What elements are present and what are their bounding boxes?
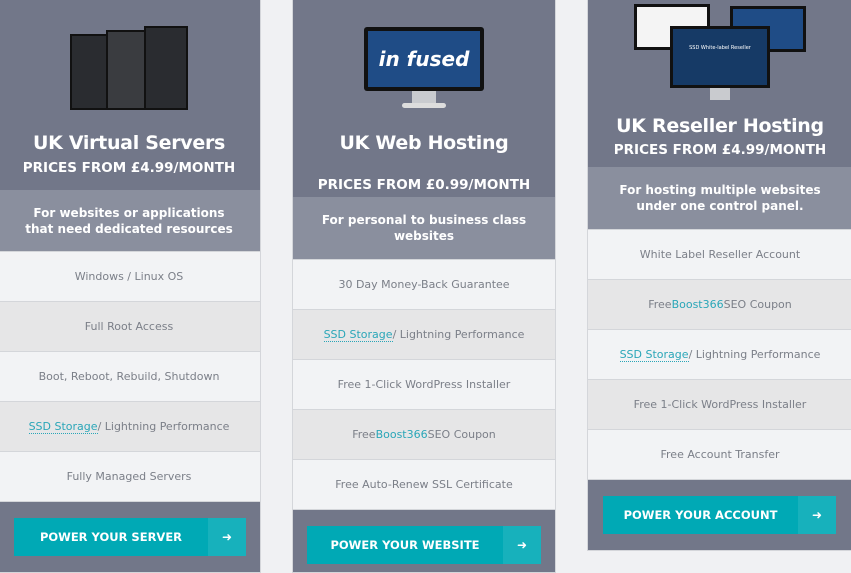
- feature-text: Fully Managed Servers: [66, 470, 192, 483]
- plan-footer: POWER YOUR ACCOUNT ➜: [588, 480, 851, 550]
- plan-price: PRICES FROM £4.99/MONTH: [613, 142, 827, 158]
- feature-text: SEO Coupon: [723, 298, 792, 311]
- arrow-circle-right-icon: ➜: [208, 518, 246, 556]
- ssd-storage-link[interactable]: SSD Storage: [28, 420, 98, 434]
- feature-row: Free Boost366 SEO Coupon: [293, 410, 555, 460]
- feature-text: 30 Day Money-Back Guarantee: [338, 278, 510, 291]
- ssd-storage-link[interactable]: SSD Storage: [619, 348, 689, 362]
- feature-row: Free Account Transfer: [588, 430, 851, 480]
- feature-row: Free 1-Click WordPress Installer: [588, 380, 851, 430]
- feature-row: Windows / Linux OS: [0, 252, 260, 302]
- screen-text: SSD White-label Reseller: [670, 26, 770, 88]
- feature-text: Boot, Reboot, Rebuild, Shutdown: [38, 370, 220, 383]
- feature-row: 30 Day Money-Back Guarantee: [293, 260, 555, 310]
- feature-text: Free: [648, 298, 672, 311]
- power-your-website-button[interactable]: POWER YOUR WEBSITE ➜: [307, 526, 541, 564]
- feature-text: White Label Reseller Account: [639, 248, 801, 261]
- plan-card-web-hosting: in fused UK Web Hosting PRICES FROM £0.9…: [292, 0, 556, 573]
- plan-card-virtual-servers: UK Virtual Servers PRICES FROM £4.99/MON…: [0, 0, 261, 573]
- feature-text: / Lightning Performance: [97, 420, 230, 433]
- button-label: POWER YOUR ACCOUNT: [623, 508, 778, 522]
- plan-header: SSD White-label Reseller UK Reseller Hos…: [588, 0, 851, 167]
- feature-text: / Lightning Performance: [392, 328, 525, 341]
- plan-header: UK Virtual Servers PRICES FROM £4.99/MON…: [0, 0, 260, 190]
- feature-row: Full Root Access: [0, 302, 260, 352]
- server-rack-image: [70, 24, 188, 110]
- plan-title: UK Virtual Servers: [32, 132, 226, 154]
- feature-row: SSD Storage / Lightning Performance: [588, 330, 851, 380]
- plan-description: For hosting multiple websites under one …: [588, 167, 851, 230]
- feature-text: Free: [352, 428, 376, 441]
- plan-footer: POWER YOUR WEBSITE ➜: [293, 510, 555, 572]
- arrow-circle-right-icon: ➜: [503, 526, 541, 564]
- boost366-link[interactable]: Boost366: [672, 298, 724, 311]
- ssd-storage-link[interactable]: SSD Storage: [323, 328, 393, 342]
- plan-title: UK Reseller Hosting: [616, 115, 824, 137]
- feature-text: Free 1-Click WordPress Installer: [337, 378, 511, 391]
- feature-text: Free 1-Click WordPress Installer: [633, 398, 807, 411]
- feature-list: White Label Reseller Account Free Boost3…: [588, 230, 851, 480]
- feature-list: Windows / Linux OS Full Root Access Boot…: [0, 252, 260, 502]
- feature-row: SSD Storage / Lightning Performance: [0, 402, 260, 452]
- feature-text: / Lightning Performance: [688, 348, 821, 361]
- plan-description: For websites or applications that need d…: [0, 190, 260, 252]
- feature-text: Full Root Access: [84, 320, 174, 333]
- plan-price: PRICES FROM £4.99/MONTH: [22, 160, 236, 176]
- infused-logo: in fused: [368, 31, 480, 87]
- plan-header: in fused UK Web Hosting PRICES FROM £0.9…: [293, 0, 555, 197]
- feature-text: Windows / Linux OS: [74, 270, 184, 283]
- plan-title: UK Web Hosting: [339, 132, 509, 154]
- feature-text: Free Account Transfer: [660, 448, 780, 461]
- feature-row: Free Auto-Renew SSL Certificate: [293, 460, 555, 510]
- plan-footer: POWER YOUR SERVER ➜: [0, 502, 260, 572]
- feature-row: Fully Managed Servers: [0, 452, 260, 502]
- feature-row: Free 1-Click WordPress Installer: [293, 360, 555, 410]
- feature-row: White Label Reseller Account: [588, 230, 851, 280]
- plan-description: For personal to business class websites: [293, 197, 555, 260]
- power-your-server-button[interactable]: POWER YOUR SERVER ➜: [14, 518, 246, 556]
- plan-card-reseller-hosting: SSD White-label Reseller UK Reseller Hos…: [587, 0, 851, 551]
- monitor-image: in fused: [364, 27, 484, 109]
- plan-price: PRICES FROM £0.99/MONTH: [317, 177, 531, 193]
- arrow-circle-right-icon: ➜: [798, 496, 836, 534]
- feature-list: 30 Day Money-Back Guarantee SSD Storage …: [293, 260, 555, 510]
- button-label: POWER YOUR WEBSITE: [330, 538, 480, 552]
- boost366-link[interactable]: Boost366: [376, 428, 428, 441]
- feature-text: Free Auto-Renew SSL Certificate: [335, 478, 513, 491]
- power-your-account-button[interactable]: POWER YOUR ACCOUNT ➜: [603, 496, 836, 534]
- button-label: POWER YOUR SERVER: [39, 530, 183, 544]
- multi-screen-image: SSD White-label Reseller: [634, 4, 806, 104]
- feature-row: SSD Storage / Lightning Performance: [293, 310, 555, 360]
- feature-row: Boot, Reboot, Rebuild, Shutdown: [0, 352, 260, 402]
- feature-text: SEO Coupon: [427, 428, 496, 441]
- feature-row: Free Boost366 SEO Coupon: [588, 280, 851, 330]
